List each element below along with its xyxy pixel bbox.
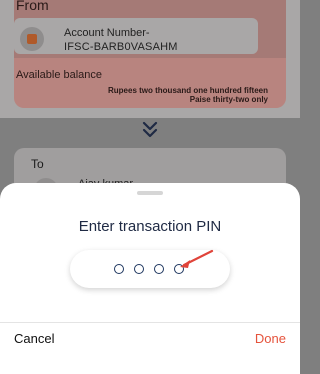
sheet-drag-handle[interactable]: [137, 191, 163, 195]
balance-amount-words: Rupees two thousand one hundred fifteen …: [108, 86, 268, 104]
account-number-label: Account Number-: [64, 27, 150, 39]
red-pointer-arrow-icon: [180, 249, 214, 268]
double-chevron-down-icon: [142, 121, 158, 138]
pin-digit-2: [134, 264, 144, 274]
done-button[interactable]: Done: [255, 331, 286, 346]
pin-digit-3: [154, 264, 164, 274]
cancel-button[interactable]: Cancel: [14, 331, 54, 346]
to-label: To: [31, 157, 44, 171]
bank-logo-icon: [20, 27, 44, 51]
pin-bottom-sheet: Enter transaction PIN Cancel Done: [0, 183, 300, 374]
sheet-title: Enter transaction PIN: [78, 218, 222, 235]
ifsc-code: IFSC-BARB0VASAHM: [64, 41, 178, 53]
from-label: From: [16, 0, 49, 13]
sheet-divider: [0, 322, 300, 323]
pin-digit-1: [114, 264, 124, 274]
available-balance-label: Available balance: [16, 69, 103, 81]
